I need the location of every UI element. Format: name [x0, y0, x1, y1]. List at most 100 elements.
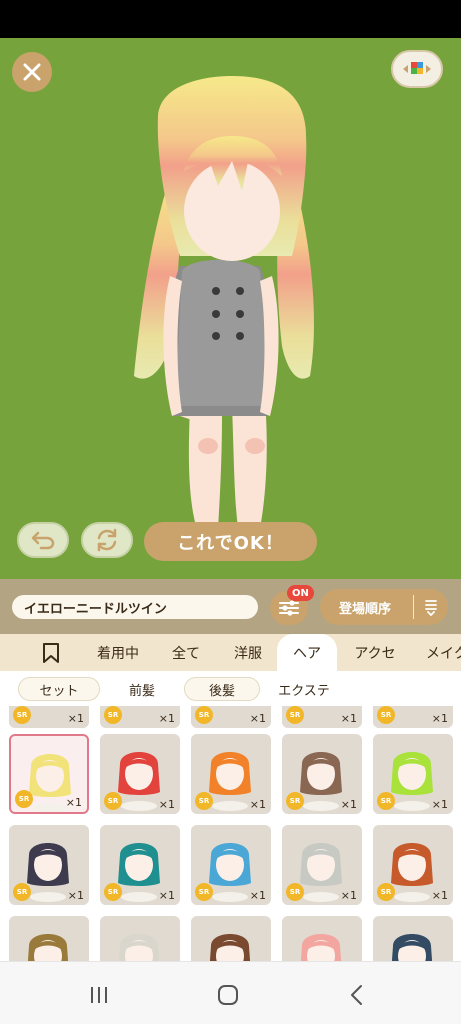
- item-card[interactable]: SR ×1: [100, 706, 180, 728]
- rarity-badge: SR: [377, 706, 395, 724]
- item-quantity: ×1: [67, 712, 84, 725]
- hairstyle-thumbnail: [209, 934, 251, 961]
- rarity-badge: SR: [377, 792, 395, 810]
- mannequin-base: [121, 801, 157, 811]
- mannequin-base: [212, 801, 248, 811]
- tab-clothes[interactable]: 洋服: [222, 634, 274, 671]
- rarity-badge: SR: [195, 706, 213, 724]
- item-quantity: ×1: [249, 798, 266, 811]
- filter-on-badge: ON: [287, 585, 314, 601]
- tab-wearing[interactable]: 着用中: [88, 634, 148, 671]
- hair-subtabs: セット 前髪 後髪 エクステ: [0, 671, 461, 706]
- subtab-set[interactable]: セット: [18, 677, 100, 701]
- item-card[interactable]: [100, 916, 180, 961]
- mannequin-base: [303, 801, 339, 811]
- rarity-badge: SR: [195, 883, 213, 901]
- item-card[interactable]: SR ×1: [100, 734, 180, 814]
- subtab-extensions[interactable]: エクステ: [264, 677, 344, 701]
- home-icon: [218, 985, 238, 1005]
- mannequin-base: [121, 892, 157, 902]
- item-card[interactable]: SR ×1: [191, 734, 271, 814]
- item-card[interactable]: SR ×1: [373, 734, 453, 814]
- rarity-badge: SR: [104, 883, 122, 901]
- item-quantity: ×1: [158, 712, 175, 725]
- color-palette-icon: [403, 62, 431, 74]
- item-quantity: ×1: [431, 798, 448, 811]
- sort-button[interactable]: 登場順序: [320, 589, 448, 625]
- selected-item-name: イエローニードルツイン: [12, 595, 258, 619]
- category-tabs: 着用中 全て 洋服 ヘア アクセ メイク: [0, 634, 461, 671]
- back-button[interactable]: [342, 980, 372, 1010]
- item-quantity: ×1: [340, 712, 357, 725]
- recent-apps-icon: [91, 987, 107, 1003]
- rarity-badge: SR: [286, 706, 304, 724]
- refresh-icon: [97, 528, 117, 552]
- tab-accessories[interactable]: アクセ: [344, 634, 406, 671]
- rarity-badge: SR: [377, 883, 395, 901]
- reset-button[interactable]: [81, 522, 133, 558]
- undo-button[interactable]: [17, 522, 69, 558]
- avatar-figure: [134, 76, 314, 548]
- sort-label: 登場順序: [339, 601, 392, 617]
- item-control-bar: イエローニードルツイン ON 登場順序: [0, 579, 461, 634]
- system-nav-bar: [0, 961, 461, 1024]
- tab-hair[interactable]: ヘア: [277, 634, 337, 671]
- confirm-button[interactable]: これでOK！: [144, 522, 317, 561]
- item-quantity: ×1: [431, 889, 448, 902]
- item-quantity: ×1: [340, 889, 357, 902]
- item-card[interactable]: SR ×1: [9, 706, 89, 728]
- item-card[interactable]: [191, 916, 271, 961]
- item-quantity: ×1: [249, 889, 266, 902]
- mannequin-base: [32, 803, 68, 812]
- color-palette-button[interactable]: [391, 50, 443, 88]
- undo-icon: [31, 531, 55, 550]
- item-quantity: ×1: [340, 798, 357, 811]
- rarity-badge: SR: [13, 706, 31, 724]
- avatar-stage: これでOK！: [0, 38, 461, 579]
- mannequin-base: [303, 892, 339, 902]
- item-quantity: ×1: [67, 889, 84, 902]
- item-card[interactable]: SR ×1: [373, 706, 453, 728]
- item-card[interactable]: SR ×1: [282, 825, 362, 905]
- item-grid: SR ×1 SR ×1 SR ×1 SR ×1 SR ×1 SR ×1 SR ×…: [0, 706, 461, 961]
- item-quantity: ×1: [65, 796, 82, 809]
- hairstyle-thumbnail: [300, 934, 342, 961]
- item-quantity: ×1: [158, 889, 175, 902]
- item-card[interactable]: SR ×1: [9, 825, 89, 905]
- close-button[interactable]: [12, 52, 52, 92]
- mannequin-base: [212, 892, 248, 902]
- sort-order-icon: [414, 598, 448, 616]
- mannequin-base: [30, 892, 66, 902]
- rarity-badge: SR: [286, 792, 304, 810]
- sliders-icon: [279, 600, 299, 616]
- item-card[interactable]: SR ×1: [191, 706, 271, 728]
- item-card[interactable]: [9, 916, 89, 961]
- item-card[interactable]: [282, 916, 362, 961]
- tab-makeup[interactable]: メイク: [418, 634, 461, 671]
- tab-all[interactable]: 全て: [160, 634, 212, 671]
- rarity-badge: SR: [286, 883, 304, 901]
- item-quantity: ×1: [158, 798, 175, 811]
- status-bar: [0, 0, 461, 38]
- rarity-badge: SR: [15, 790, 33, 808]
- recent-apps-button[interactable]: [84, 980, 114, 1010]
- hairstyle-thumbnail: [27, 934, 69, 961]
- mannequin-base: [394, 892, 430, 902]
- item-card[interactable]: SR ×1: [282, 706, 362, 728]
- subtab-bangs[interactable]: 前髪: [104, 677, 180, 701]
- tab-bookmark[interactable]: [32, 634, 70, 671]
- item-card[interactable]: SR ×1: [282, 734, 362, 814]
- rarity-badge: SR: [13, 883, 31, 901]
- item-card[interactable]: SR ×1: [191, 825, 271, 905]
- item-card[interactable]: SR ×1: [373, 825, 453, 905]
- item-card-selected[interactable]: SR ×1: [9, 734, 89, 814]
- item-card[interactable]: SR ×1: [100, 825, 180, 905]
- subtab-back-hair[interactable]: 後髪: [184, 677, 260, 701]
- back-icon: [351, 985, 362, 1005]
- hairstyle-thumbnail: [391, 934, 433, 961]
- item-card[interactable]: [373, 916, 453, 961]
- home-button[interactable]: [213, 980, 243, 1010]
- rarity-badge: SR: [104, 706, 122, 724]
- rarity-badge: SR: [195, 792, 213, 810]
- bookmark-icon: [43, 642, 59, 663]
